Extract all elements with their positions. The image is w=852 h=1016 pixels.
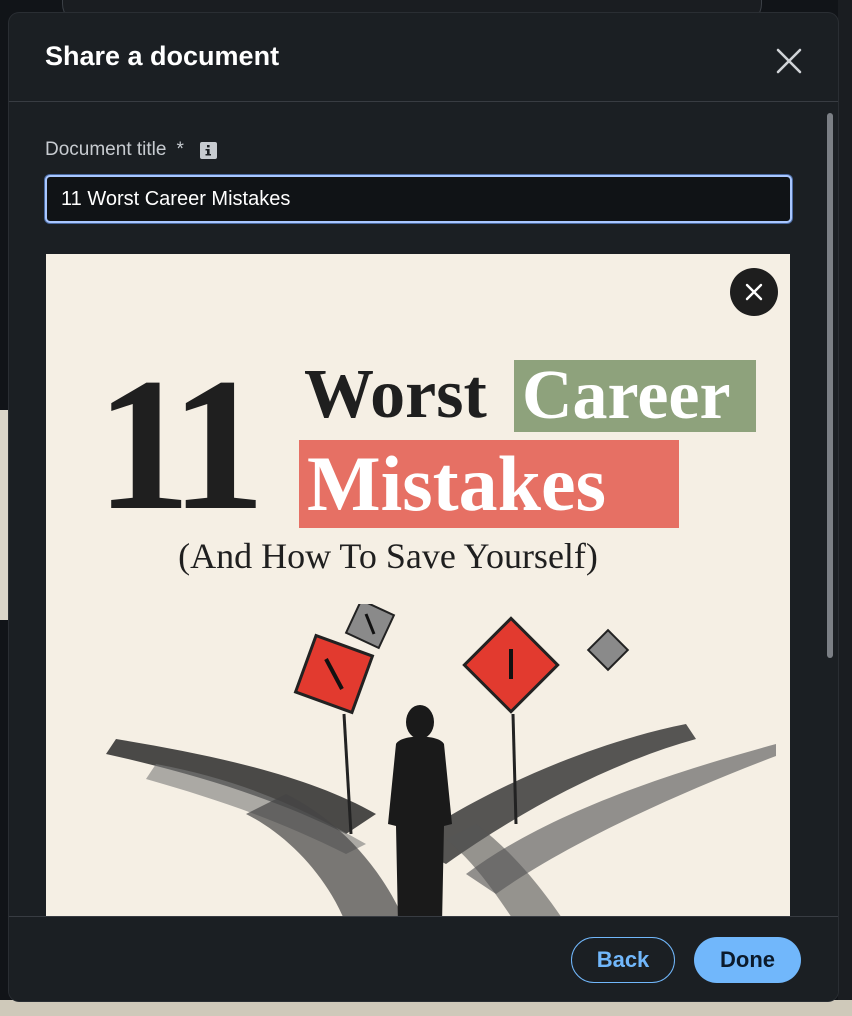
title-field-label-row: Document title * <box>45 139 217 161</box>
close-icon <box>745 283 763 301</box>
share-document-dialog: Share a document Document title * 11 Wor… <box>9 13 838 1001</box>
gray-sign-small <box>344 604 396 650</box>
required-indicator: * <box>176 139 184 160</box>
preview-number: 11 <box>96 340 266 550</box>
background-bottom-strip <box>0 1000 852 1016</box>
dialog-title: Share a document <box>45 41 280 71</box>
document-preview: 11 Worst Career Mistakes (And How To Sav… <box>46 254 790 916</box>
done-button[interactable]: Done <box>694 937 801 983</box>
dialog-body: Document title * 11 Worst Career Mistake… <box>9 103 838 916</box>
dialog-close-button[interactable] <box>769 43 809 79</box>
remove-document-button[interactable] <box>730 268 778 316</box>
person-silhouette <box>388 705 452 916</box>
dialog-footer: Back Done <box>9 916 838 1001</box>
preview-word-career: Career <box>514 360 756 432</box>
back-button[interactable]: Back <box>571 937 675 983</box>
title-field-label: Document title <box>45 139 167 160</box>
dialog-scrollbar[interactable] <box>825 103 835 916</box>
preview-subtitle: (And How To Save Yourself) <box>178 536 598 576</box>
document-title-input[interactable] <box>45 175 792 223</box>
gray-sign-far-right <box>586 628 630 672</box>
info-icon[interactable] <box>199 141 217 159</box>
preview-word-worst: Worst <box>304 356 487 433</box>
background-right-edge <box>838 0 852 1016</box>
preview-word-mistakes: Mistakes <box>299 440 679 528</box>
preview-illustration <box>106 604 776 916</box>
close-icon <box>776 48 802 74</box>
dialog-header: Share a document <box>9 13 838 102</box>
scrollbar-thumb[interactable] <box>827 113 833 658</box>
